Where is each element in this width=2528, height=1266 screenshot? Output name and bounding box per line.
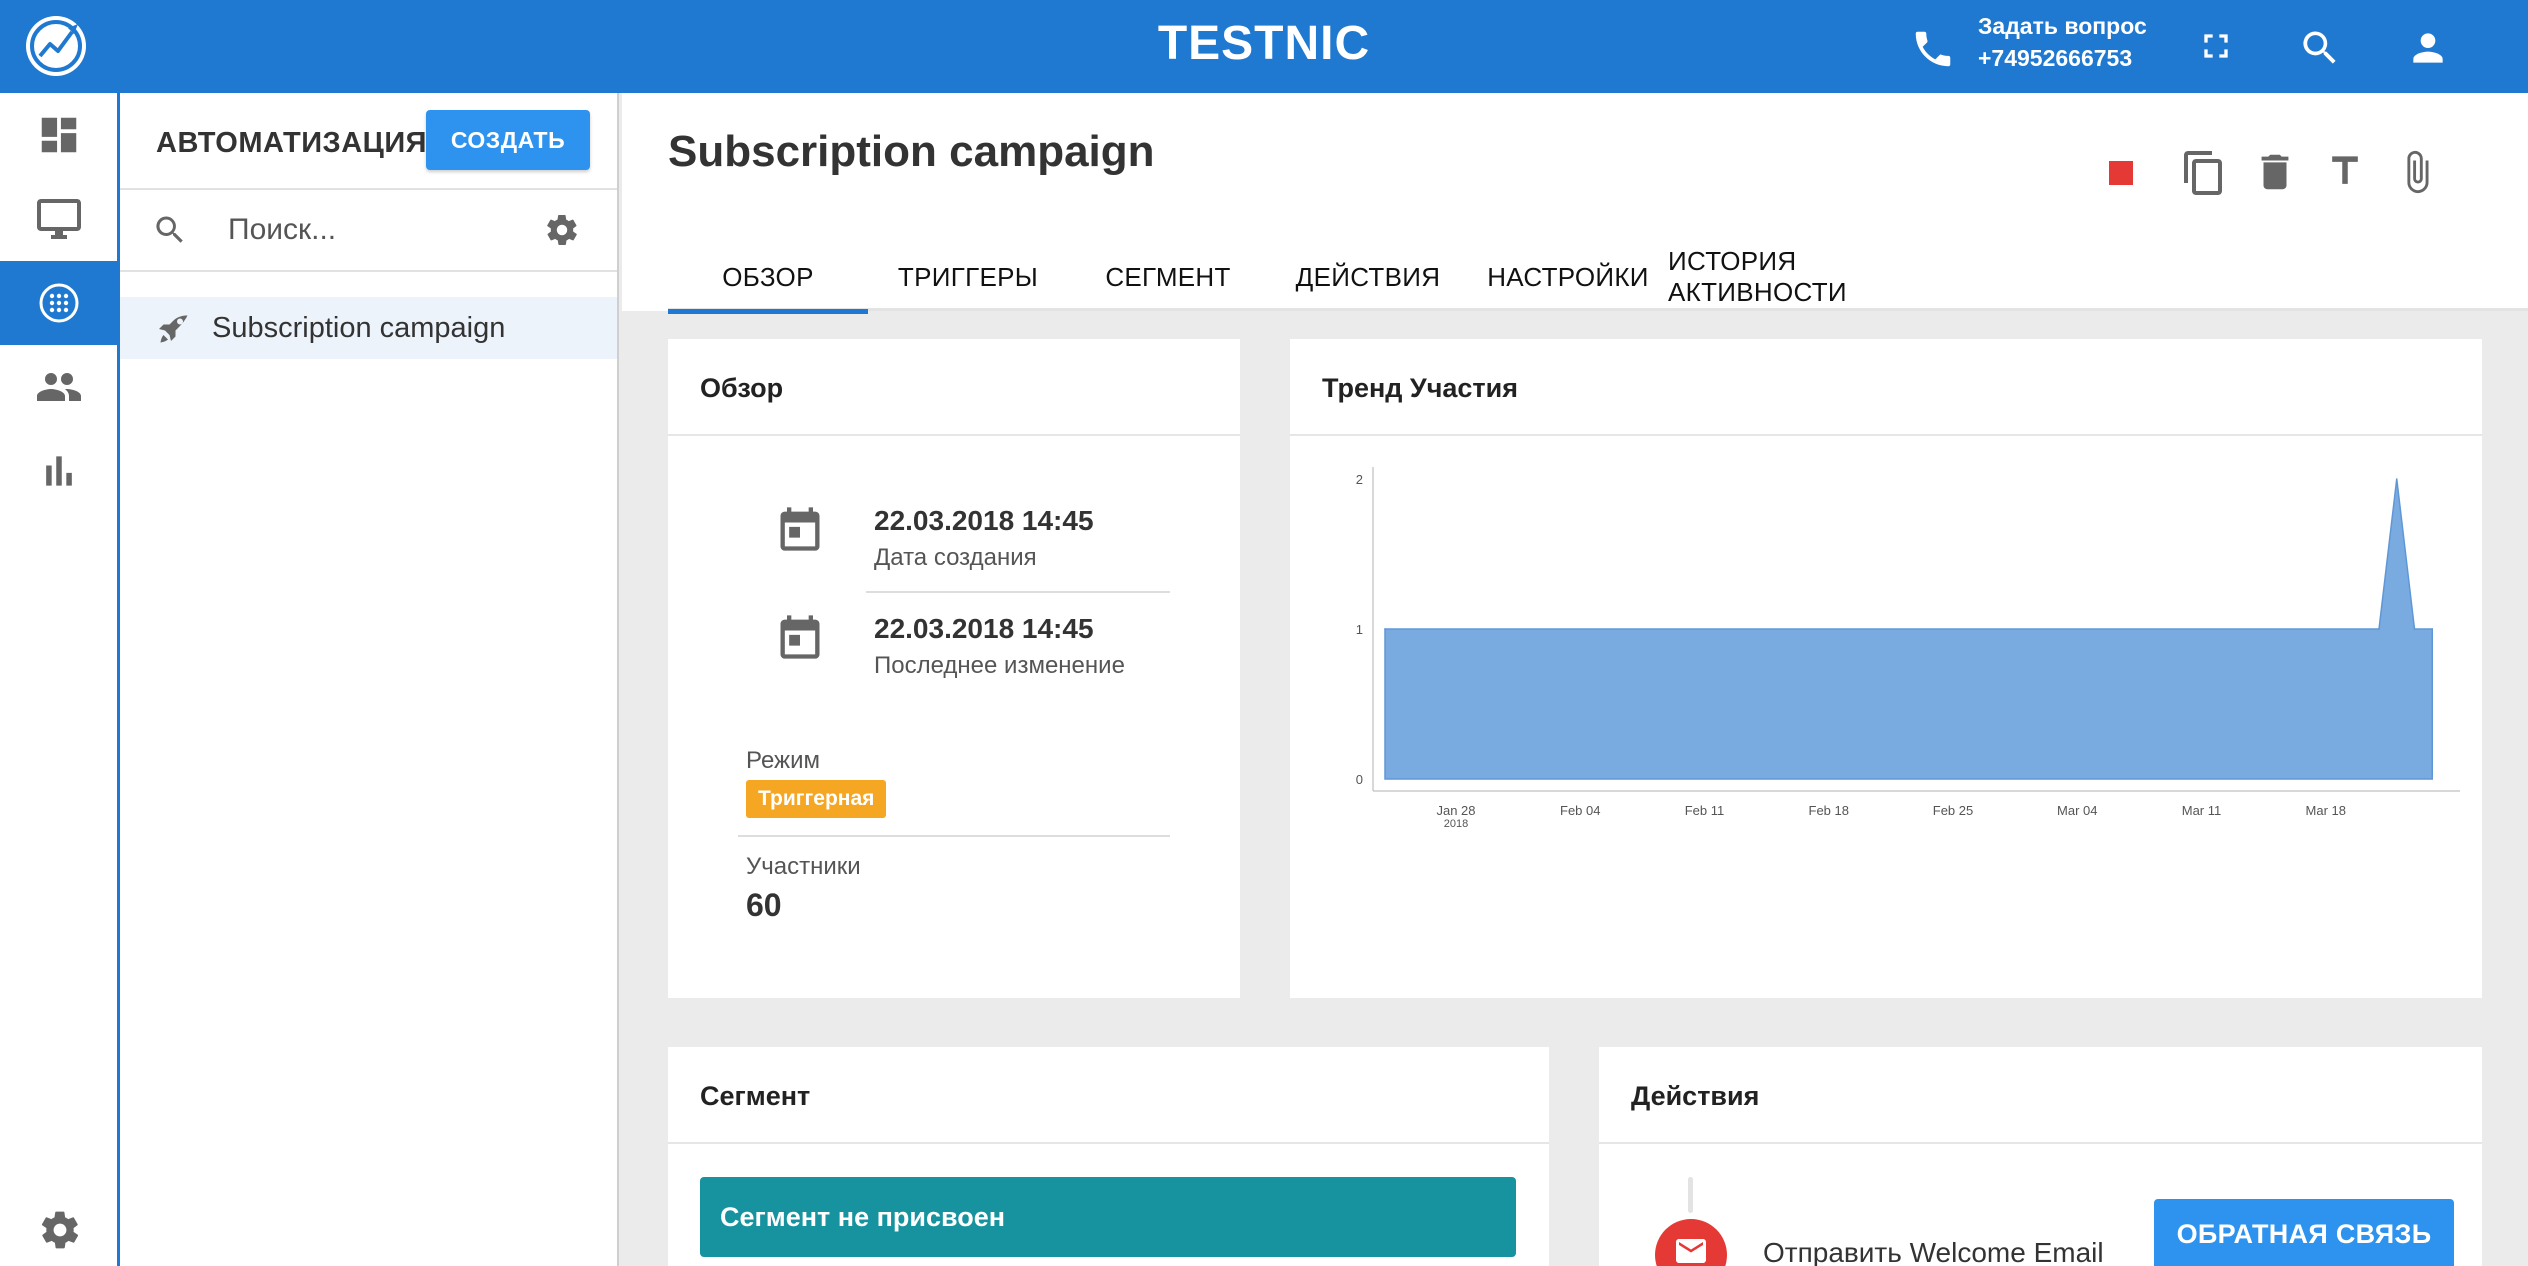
settings-icon[interactable] xyxy=(38,1208,82,1252)
campaign-header: Subscription campaign ОБЗОР ТРИГГЕРЫ СЕГ… xyxy=(622,93,2528,314)
monitor-icon xyxy=(36,199,81,239)
trend-chart: 0 1 2 Jan 28 Feb 04 Feb 11 Feb 18 Feb 25 Mar 04 M… xyxy=(1356,467,2460,830)
create-button[interactable]: СОЗДАТЬ xyxy=(426,110,590,170)
brand-title: TESTNIC xyxy=(0,16,2528,71)
left-rail xyxy=(0,93,120,1266)
rail-item-reports[interactable] xyxy=(0,429,117,513)
rail-item-monitor[interactable] xyxy=(0,177,117,261)
segment-card: Сегмент Сегмент не присвоен xyxy=(668,1047,1549,1266)
y-tick-label: 1 xyxy=(1356,622,1363,637)
x-tick-label: Feb 18 xyxy=(1809,803,1849,818)
gear-icon[interactable] xyxy=(544,212,580,248)
participants-count: 60 xyxy=(746,887,782,923)
segment-title: Сегмент xyxy=(700,1081,811,1111)
mode-label: Режим xyxy=(746,747,820,774)
trend-card: Тренд Участия 0 1 2 Jan 28 Feb 04 Feb 11 Feb 1… xyxy=(1290,339,2482,998)
card-divider xyxy=(1599,1142,2482,1144)
fullscreen-icon[interactable] xyxy=(2196,26,2236,66)
panel-title: АВТОМАТИЗАЦИЯ xyxy=(156,127,428,159)
tab-settings[interactable]: НАСТРОЙКИ xyxy=(1468,243,1668,311)
timeline-connector xyxy=(1688,1177,1693,1213)
series-area xyxy=(1384,478,2433,780)
brand-text[interactable]: TESTNIC xyxy=(1158,17,1370,70)
phone-icon[interactable] xyxy=(1910,26,1956,72)
participants-label: Участники xyxy=(746,853,861,880)
tab-activity-history[interactable]: ИСТОРИЯ АКТИВНОСТИ xyxy=(1668,243,1968,311)
divider xyxy=(866,591,1170,593)
x-tick-label: Feb 11 xyxy=(1685,803,1725,818)
dashboard-icon xyxy=(41,117,76,153)
search-row xyxy=(120,188,617,272)
rocket-icon xyxy=(159,315,188,343)
x-tick-label: Jan 28 xyxy=(1436,803,1475,818)
card-divider xyxy=(668,434,1240,436)
page-title: Subscription campaign xyxy=(668,127,1155,176)
tab-bar: ОБЗОР ТРИГГЕРЫ СЕГМЕНТ ДЕЙСТВИЯ НАСТРОЙК… xyxy=(668,243,2528,314)
tab-actions[interactable]: ДЕЙСТВИЯ xyxy=(1268,243,1468,311)
list-item[interactable]: Subscription campaign xyxy=(120,297,617,359)
data-point xyxy=(2395,478,2398,480)
x-year-label: 2018 xyxy=(1444,818,1468,830)
search-icon xyxy=(156,216,183,243)
x-tick-label: Feb 25 xyxy=(1933,803,1973,818)
bar-chart-icon xyxy=(45,456,72,486)
data-point xyxy=(2431,628,2434,630)
created-date: 22.03.2018 14:45 xyxy=(874,505,1094,536)
automation-icon xyxy=(39,283,78,323)
y-tick-label: 2 xyxy=(1356,472,1363,487)
x-tick-label: Mar 11 xyxy=(2182,803,2222,818)
modified-date: 22.03.2018 14:45 xyxy=(874,613,1094,644)
x-tick-label: Feb 04 xyxy=(1560,803,1600,818)
list-item-label: Subscription campaign xyxy=(212,312,506,344)
data-point xyxy=(2378,628,2380,630)
contact-phone: +74952666753 xyxy=(1978,45,2133,71)
tab-segment[interactable]: СЕГМЕНТ xyxy=(1068,243,1268,311)
status-badge: Триггерная xyxy=(746,780,887,818)
search-icon[interactable] xyxy=(2298,26,2342,70)
created-label: Дата создания xyxy=(874,544,1037,571)
logo-icon[interactable] xyxy=(26,16,86,76)
data-point xyxy=(2413,628,2416,630)
rail-item-dashboard[interactable] xyxy=(0,93,117,177)
x-tick-label: Mar 18 xyxy=(2306,803,2346,818)
segment-empty-notice: Сегмент не присвоен xyxy=(700,1177,1516,1257)
search-input[interactable] xyxy=(228,208,528,252)
rename-icon[interactable] xyxy=(2323,149,2367,193)
rail-item-automation[interactable] xyxy=(0,261,117,345)
data-point xyxy=(1384,628,1386,630)
contact-info[interactable]: Задать вопрос +74952666753 xyxy=(1978,10,2147,74)
calendar-icon xyxy=(780,507,820,551)
delete-icon[interactable] xyxy=(2252,149,2298,195)
overview-title: Обзор xyxy=(700,373,784,403)
people-icon xyxy=(36,373,81,401)
automation-panel: АВТОМАТИЗАЦИЯ СОЗДАТЬ Subscription campa… xyxy=(120,93,619,1266)
tab-triggers[interactable]: ТРИГГЕРЫ xyxy=(868,243,1068,311)
top-bar: TESTNIC Задать вопрос +74952666753 xyxy=(0,0,2528,93)
email-action-node[interactable] xyxy=(1655,1219,1727,1266)
account-icon[interactable] xyxy=(2406,26,2450,70)
divider xyxy=(738,835,1170,837)
calendar-icon xyxy=(780,615,820,659)
feedback-button[interactable]: ОБРАТНАЯ СВЯЗЬ xyxy=(2154,1199,2454,1266)
action-label[interactable]: Отправить Welcome Email xyxy=(1763,1237,2104,1266)
attach-icon[interactable] xyxy=(2394,149,2440,195)
tab-overview[interactable]: ОБЗОР xyxy=(668,243,868,314)
actions-title: Действия xyxy=(1631,1081,1760,1111)
modified-label: Последнее изменение xyxy=(874,652,1125,679)
contact-title: Задать вопрос xyxy=(1978,13,2147,39)
card-divider xyxy=(1290,434,2482,436)
copy-icon[interactable] xyxy=(2180,149,2228,197)
email-icon xyxy=(1676,1239,1706,1263)
stop-icon[interactable] xyxy=(2109,161,2133,185)
y-tick-label: 0 xyxy=(1356,772,1363,787)
card-divider xyxy=(668,1142,1549,1144)
trend-title: Тренд Участия xyxy=(1322,373,1519,403)
x-tick-label: Mar 04 xyxy=(2057,803,2097,818)
overview-card: Обзор 22.03.2018 14:45 Дата создания 22.… xyxy=(668,339,1240,998)
rail-item-people[interactable] xyxy=(0,345,117,429)
